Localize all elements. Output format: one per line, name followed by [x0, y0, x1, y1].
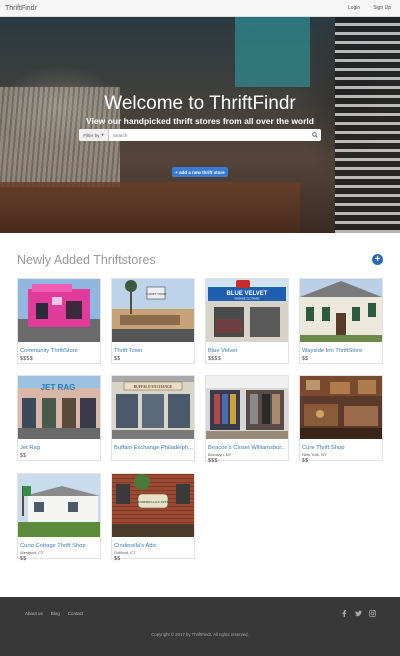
store-price: $$ — [302, 458, 309, 464]
store-name[interactable]: Buffalo Exchange Philadelph... — [114, 445, 193, 451]
login-link[interactable]: Login — [348, 5, 360, 11]
store-card[interactable]: CINDERELLA'S ATTIC Cinderella's Attic Gu… — [111, 473, 195, 562]
store-price: $$ — [114, 556, 121, 562]
signup-link[interactable]: Sign Up — [373, 5, 391, 11]
thrift-town-sign: THRIFT TOWN — [146, 292, 167, 296]
store-location: Guilford, CT — [114, 550, 136, 555]
store-card[interactable]: THRIFT TOWN Thrift Town $$ — [111, 278, 195, 364]
store-name[interactable]: Blue Velvet — [208, 348, 287, 354]
store-card[interactable]: Beacon's Closet Williamsbur... Brooklyn,… — [205, 375, 289, 464]
plus-icon: + — [374, 253, 381, 265]
filter-label: Filter by — [83, 132, 100, 138]
add-store-plus-button[interactable]: + — [372, 254, 383, 265]
store-photo: BUFFALO EXCHANGE — [112, 376, 194, 439]
store-name[interactable]: Community ThriftStore — [20, 348, 99, 354]
store-photo — [300, 376, 382, 439]
footer-link-blog[interactable]: Blog — [51, 611, 60, 616]
hero-banner: Welcome to ThriftFindr View our handpick… — [0, 17, 400, 233]
search-input[interactable] — [109, 129, 309, 141]
navbar: ThriftFindr Login Sign Up — [0, 0, 400, 17]
search-bar: Filter by ▾ — [79, 129, 321, 141]
store-price: $$ — [20, 556, 27, 562]
store-card[interactable]: Curio Cottage Thrift Shop Westport, CT $… — [17, 473, 101, 562]
store-name[interactable]: Thrift Town — [114, 348, 193, 354]
footer-link-about[interactable]: About us — [25, 611, 43, 616]
store-card[interactable]: JET RAG Jet Rag $$ — [17, 375, 101, 461]
hero-photo-crate — [0, 182, 300, 233]
buffalo-exchange-sign: BUFFALO EXCHANGE — [134, 385, 173, 389]
section-title: Newly Added Thriftstores — [17, 253, 156, 267]
footer: About us Blog Contact Copyright © 2017 b… — [0, 597, 400, 656]
store-card[interactable]: Wayside Inn ThriftStore $$ — [299, 278, 383, 364]
store-price: $$$$ — [20, 356, 34, 362]
footer-links: About us Blog Contact — [25, 611, 83, 616]
store-price: $$ — [20, 453, 27, 459]
store-card[interactable]: BUFFALO EXCHANGE Buffalo Exchange Philad… — [111, 375, 195, 461]
search-button[interactable] — [309, 129, 321, 141]
store-name[interactable]: Jet Rag — [20, 445, 99, 451]
store-price: $$$ — [208, 458, 218, 464]
store-photo: BLUE VELVET VINTAGE CLOTHING — [206, 279, 288, 342]
store-name[interactable]: Cinderella's Attic — [114, 543, 193, 549]
filter-dropdown[interactable]: Filter by ▾ — [79, 129, 109, 141]
store-price: $$ — [302, 356, 309, 362]
jet-rag-sign: JET RAG — [41, 383, 76, 392]
store-name[interactable]: Cure Thrift Shop — [302, 445, 381, 451]
store-photo — [300, 279, 382, 342]
store-photo — [18, 279, 100, 342]
store-price: $$ — [114, 356, 121, 362]
store-location: Westport, CT — [20, 550, 44, 555]
store-photo — [206, 376, 288, 439]
store-name[interactable]: Wayside Inn ThriftStore — [302, 348, 381, 354]
brand-logo[interactable]: ThriftFindr — [5, 5, 37, 12]
store-photo: CINDERELLA'S ATTIC — [112, 474, 194, 537]
store-card[interactable]: Community ThriftStore $$$$ — [17, 278, 101, 364]
facebook-icon[interactable] — [341, 610, 348, 617]
store-name[interactable]: Beacon's Closet Williamsbur... — [208, 445, 287, 451]
store-photo — [18, 474, 100, 537]
add-store-button[interactable]: + add a new thrift store — [172, 167, 228, 177]
caret-down-icon: ▾ — [101, 132, 104, 137]
nav-links: Login Sign Up — [348, 5, 391, 11]
cinderella-sign: CINDERELLA'S ATTIC — [136, 500, 171, 504]
copyright-text: Copyright © 2017 by ThriftFindr. All rig… — [151, 632, 249, 637]
hero-title: Welcome to ThriftFindr — [104, 93, 296, 114]
store-card[interactable]: Cure Thrift Shop New York, NY $$ — [299, 375, 383, 464]
blue-velvet-sign: BLUE VELVET — [227, 291, 268, 297]
hero-photo-background — [235, 17, 310, 87]
store-photo: JET RAG — [18, 376, 100, 439]
store-name[interactable]: Curio Cottage Thrift Shop — [20, 543, 99, 549]
store-card[interactable]: BLUE VELVET VINTAGE CLOTHING Blue Velvet… — [205, 278, 289, 364]
store-location: Brooklyn, NY — [208, 452, 232, 457]
store-location: New York, NY — [302, 452, 327, 457]
footer-link-contact[interactable]: Contact — [68, 611, 84, 616]
hero-subtitle: View our handpicked thrift stores from a… — [86, 116, 314, 126]
store-price: $$$$ — [208, 356, 222, 362]
search-icon — [312, 132, 318, 138]
blue-velvet-subsign: VINTAGE CLOTHING — [234, 297, 259, 301]
twitter-icon[interactable] — [355, 610, 362, 617]
social-links — [341, 610, 376, 617]
store-photo: THRIFT TOWN — [112, 279, 194, 342]
instagram-icon[interactable] — [369, 610, 376, 617]
